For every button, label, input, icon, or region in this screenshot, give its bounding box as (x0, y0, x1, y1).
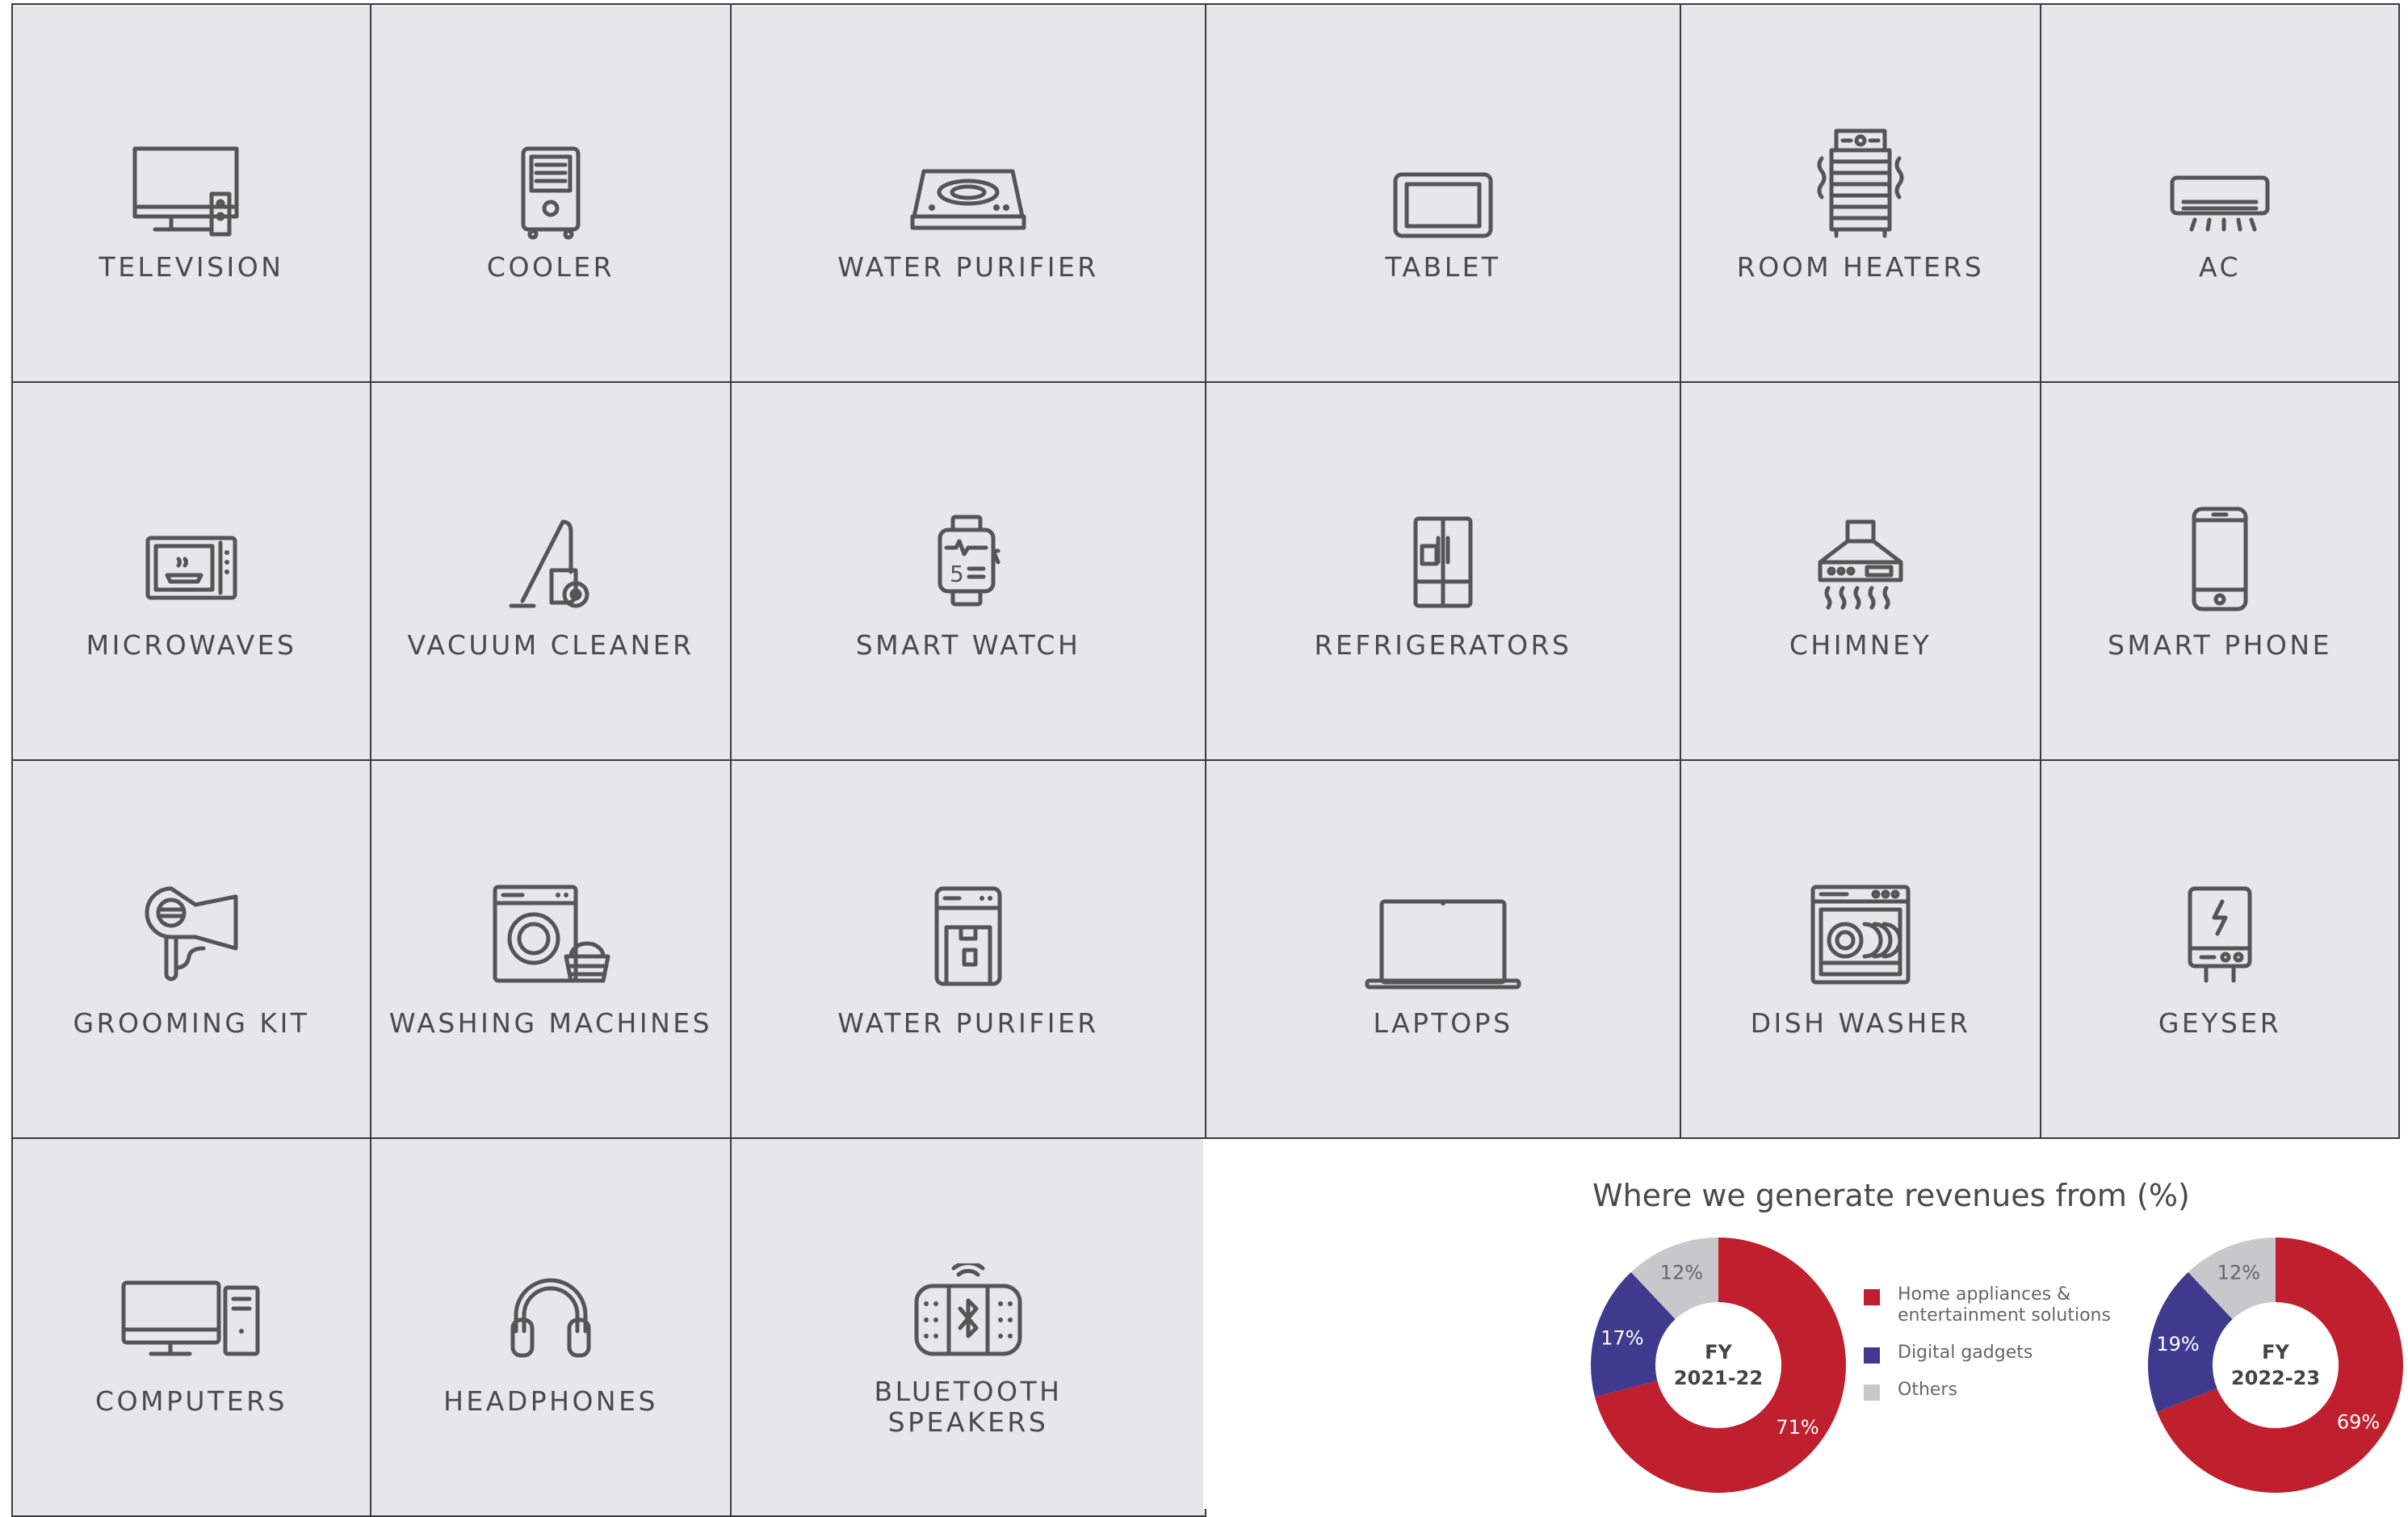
donut-center-label-line2: 2022-23 (2231, 1367, 2320, 1389)
chart-title: Where we generate revenues from (%) (1592, 1178, 2190, 1213)
legend-swatch (1864, 1385, 1880, 1401)
ac-icon (2167, 173, 2272, 237)
tile-laptops: LAPTOPS (1205, 759, 1681, 1139)
geyser-icon (2184, 884, 2256, 989)
cooler-icon (518, 144, 583, 241)
product-label: DISH WASHER (1750, 1007, 1971, 1039)
tile-grooming-kit: GROOMING KIT (11, 759, 371, 1139)
donut-center-label-line1: FY (2262, 1341, 2289, 1364)
tile-water-purifier-2: WATER PURIFIER (730, 759, 1206, 1139)
tile-ac: AC (2040, 3, 2400, 383)
tile-washing-machines: WASHING MACHINES (370, 759, 732, 1139)
television-icon (131, 142, 252, 239)
donut-hole (1659, 1305, 1778, 1425)
product-label: BLUETOOTH SPEAKERS (732, 1376, 1205, 1438)
tile-smart-phone: SMART PHONE (2040, 381, 2400, 761)
headphones-icon (506, 1271, 595, 1360)
legend-swatch (1864, 1347, 1880, 1364)
tile-geyser: GEYSER (2040, 759, 2400, 1139)
legend-item-others: Others (1864, 1380, 2111, 1401)
legend-label: Home appliances & (1898, 1284, 2071, 1305)
tile-refrigerators: REFRIGERATORS (1205, 381, 1681, 761)
microwave-icon (143, 533, 240, 606)
slice-label-others: 12% (1660, 1262, 1703, 1284)
legend-label: Digital gadgets (1898, 1343, 2033, 1363)
tile-water-purifier: WATER PURIFIER (730, 3, 1206, 383)
tablet-icon (1391, 170, 1496, 242)
svg-text:5: 5 (950, 561, 964, 587)
donut-chart-2022-23: 69% 19% 12% FY 2022-23 (2148, 1238, 2403, 1493)
product-label: COOLER (486, 251, 615, 283)
tile-television: TELEVISION (11, 3, 371, 383)
bluetooth-speaker-icon (912, 1263, 1025, 1360)
tile-dish-washer: DISH WASHER (1680, 759, 2041, 1139)
tile-vacuum-cleaner: VACUUM CLEANER (370, 381, 732, 761)
product-label: HEADPHONES (443, 1385, 658, 1417)
smart-watch-icon: 5 (932, 512, 1005, 609)
tile-room-heaters: ROOM HEATERS (1680, 3, 2041, 383)
product-label: LAPTOPS (1373, 1007, 1513, 1039)
legend-item-home: Home appliances & entertainment solution… (1864, 1284, 2111, 1326)
donut-center-label-line1: FY (1705, 1341, 1732, 1364)
product-label-line2: SPEAKERS (887, 1406, 1049, 1438)
product-label: SMART WATCH (855, 629, 1081, 661)
slice-label-digital: 17% (1600, 1326, 1643, 1349)
tile-cooler: COOLER (370, 3, 732, 383)
induction-icon (908, 163, 1029, 236)
slice-label-home: 71% (1776, 1416, 1819, 1439)
slice-label-home: 69% (2337, 1411, 2380, 1434)
smart-phone-icon (2188, 504, 2252, 614)
product-label: GEYSER (2158, 1007, 2282, 1039)
refrigerator-icon (1411, 514, 1475, 611)
dish-washer-icon (1808, 882, 1913, 987)
product-label: TELEVISION (99, 251, 284, 283)
product-label: WATER PURIFIER (837, 251, 1099, 283)
legend-label: entertainment solutions (1898, 1305, 2111, 1326)
donut-chart-2021-22: 71% 17% 12% FY 2021-22 (1591, 1238, 1846, 1493)
hair-dryer-icon (139, 882, 244, 987)
chart-legend: Home appliances & entertainment solution… (1864, 1284, 2111, 1417)
revenue-section: Where we generate revenues from (%) 71% 1… (1203, 1139, 2408, 1509)
product-label: TABLET (1385, 251, 1501, 283)
computer-icon (119, 1278, 264, 1359)
washing-machine-icon (490, 882, 611, 987)
laptop-icon (1362, 893, 1524, 990)
tile-bluetooth-speakers: BLUETOOTH SPEAKERS (730, 1137, 1206, 1517)
water-dispenser-icon (932, 884, 1005, 989)
slice-label-digital: 19% (2156, 1333, 2199, 1355)
product-label: REFRIGERATORS (1314, 629, 1572, 661)
product-label: ROOM HEATERS (1736, 251, 1985, 283)
donut-hole (2216, 1305, 2335, 1425)
product-label-line1: BLUETOOTH (874, 1376, 1063, 1407)
room-heater-icon (1812, 126, 1909, 239)
tile-computers: COMPUTERS (11, 1137, 371, 1517)
legend-label: Others (1898, 1380, 1957, 1400)
product-label: CHIMNEY (1789, 629, 1932, 661)
tile-microwaves: MICROWAVES (11, 381, 371, 761)
tile-headphones: HEADPHONES (370, 1137, 732, 1517)
legend-item-digital: Digital gadgets (1864, 1343, 2111, 1364)
vacuum-cleaner-icon (506, 517, 595, 614)
chimney-icon (1812, 517, 1909, 614)
tile-smart-watch: 5 SMART WATCH (730, 381, 1206, 761)
product-label: WASHING MACHINES (388, 1007, 713, 1039)
product-label: COMPUTERS (95, 1385, 287, 1417)
product-label: GROOMING KIT (73, 1007, 310, 1039)
product-label: SMART PHONE (2108, 629, 2332, 661)
product-label: MICROWAVES (86, 629, 297, 661)
donut-center-label-line2: 2021-22 (1674, 1367, 1763, 1389)
tile-chimney: CHIMNEY (1680, 381, 2041, 761)
product-label: VACUUM CLEANER (407, 629, 694, 661)
slice-label-others: 12% (2217, 1262, 2260, 1284)
product-label: AC (2198, 251, 2242, 283)
tile-tablet: TABLET (1205, 3, 1681, 383)
legend-swatch (1864, 1289, 1880, 1305)
product-label: WATER PURIFIER (837, 1007, 1099, 1039)
